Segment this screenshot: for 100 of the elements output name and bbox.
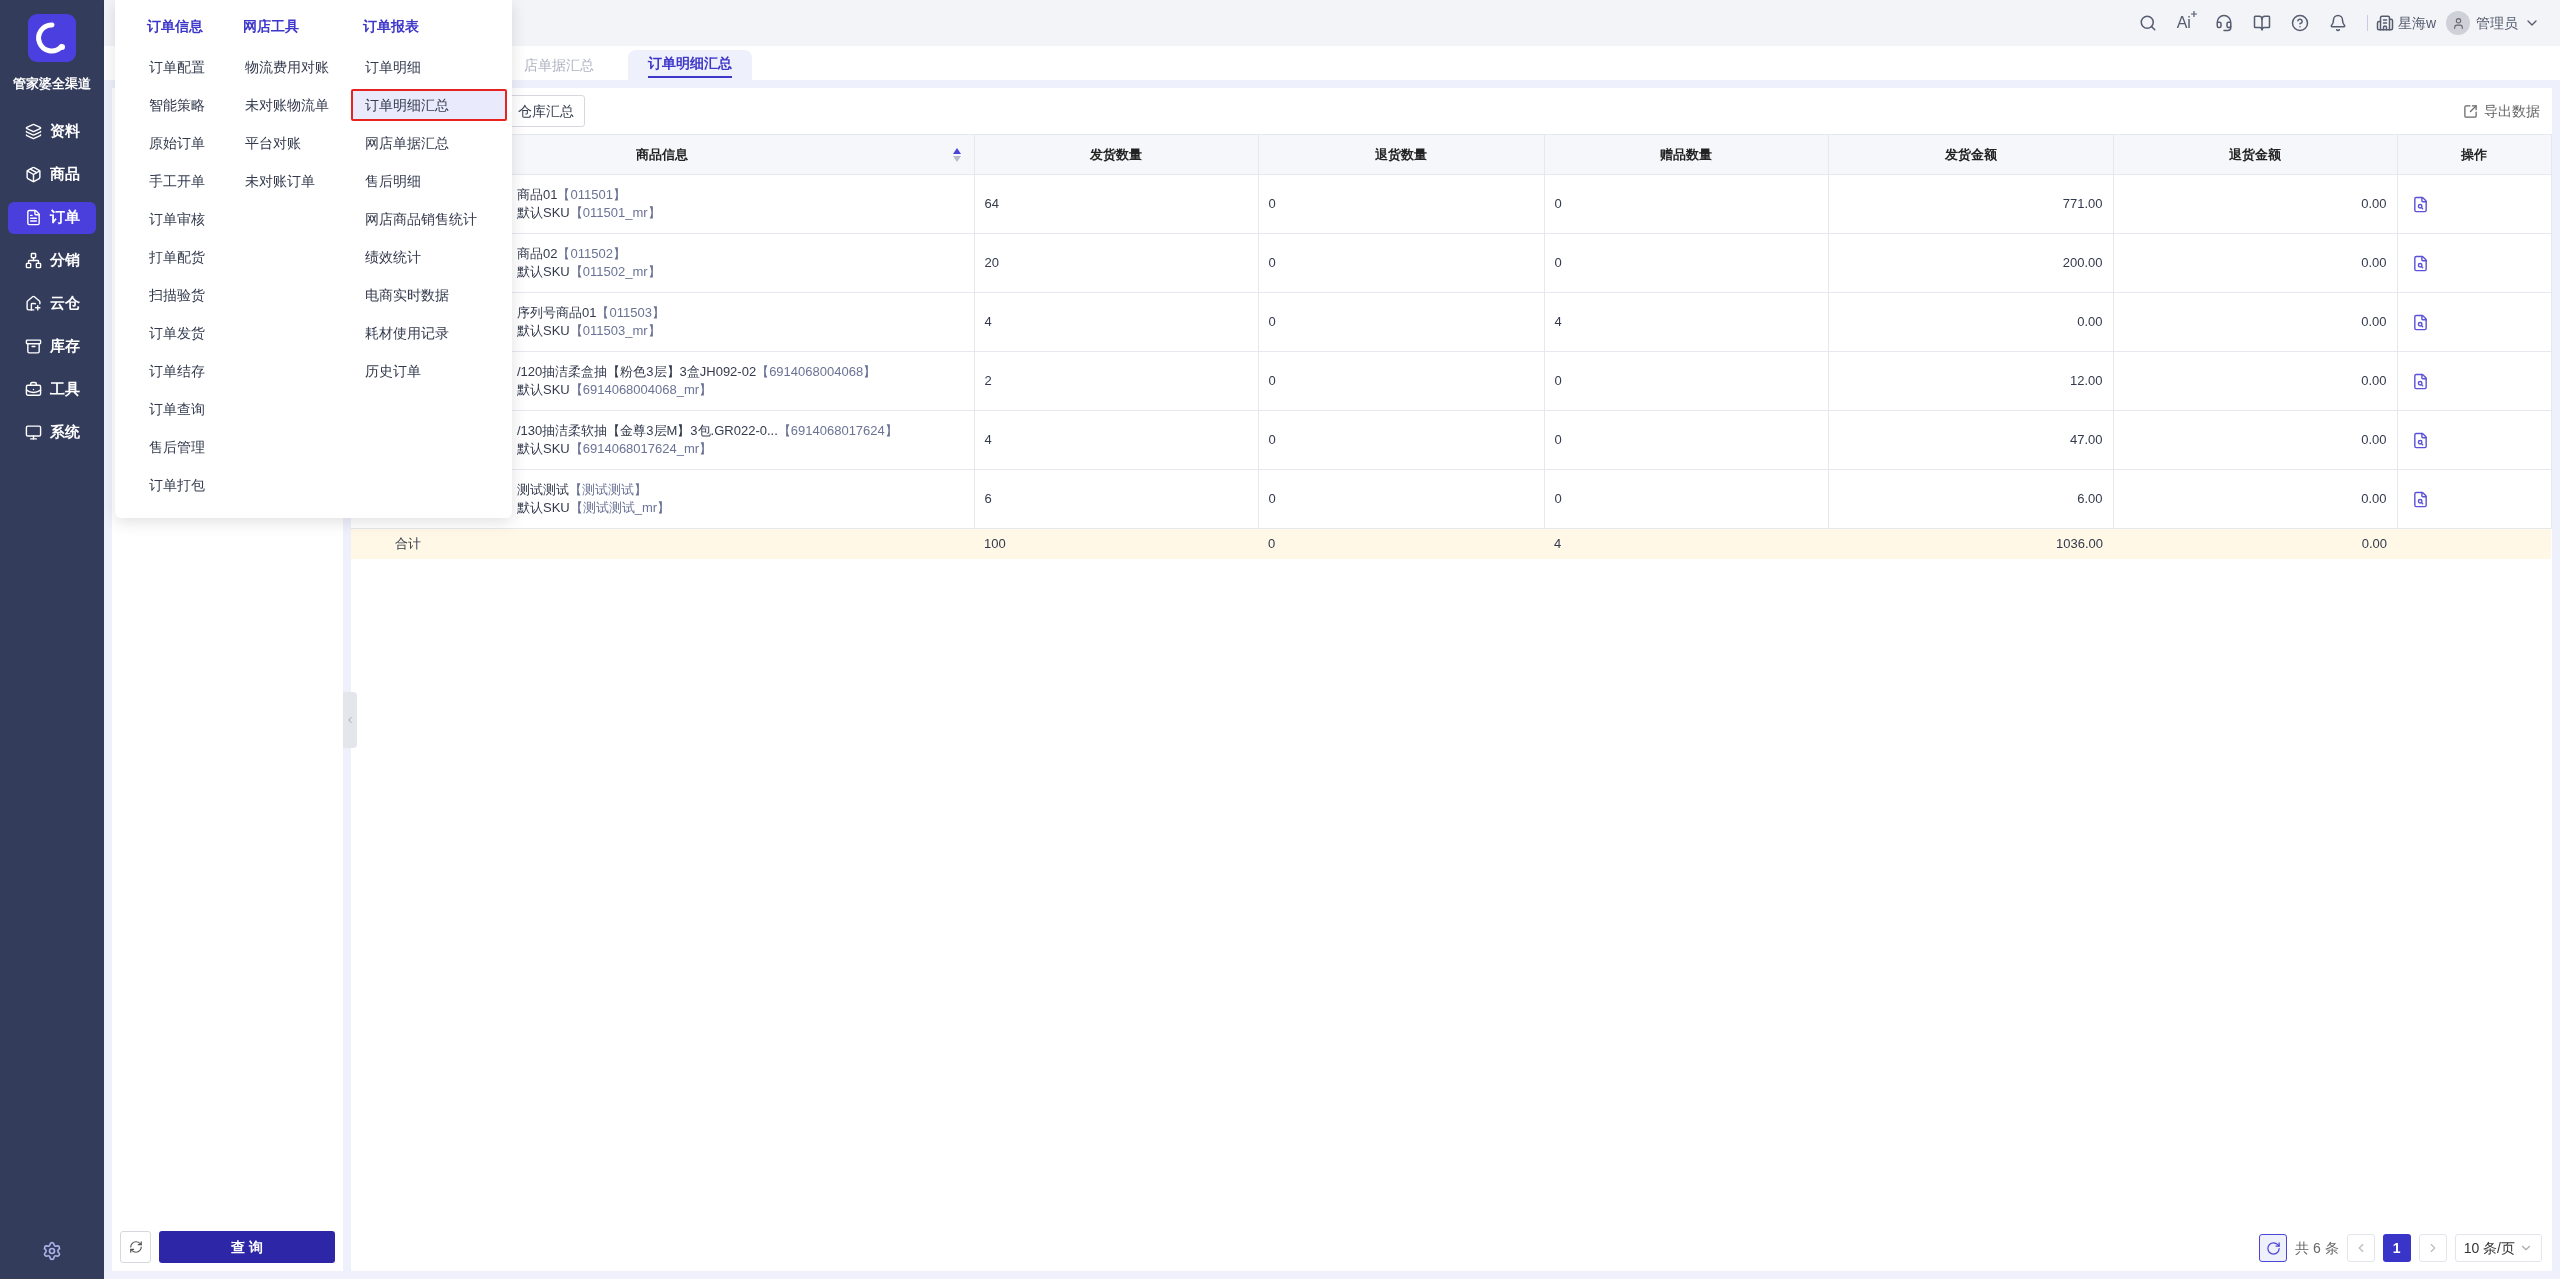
table-cell: 771.00 — [1828, 174, 2113, 234]
menu-item[interactable]: 订单打包 — [135, 469, 221, 501]
menu-item[interactable]: 历史订单 — [351, 355, 507, 387]
product-name: 商品01【011501】 — [517, 186, 627, 204]
menu-item[interactable]: 订单明细汇总 — [351, 89, 507, 121]
table-cell: 0 — [1258, 528, 1544, 559]
product-name: 测试测试【测试测试】 — [517, 481, 648, 499]
menu-item[interactable]: 未对账物流单 — [231, 89, 341, 121]
chevron-left-icon — [345, 715, 355, 725]
refresh-icon — [2265, 1240, 2281, 1256]
network-icon — [24, 252, 42, 269]
total-count: 共 6 条 — [2295, 1238, 2339, 1258]
table-cell: 0.00 — [2113, 410, 2397, 470]
column-header: 操作 — [2397, 134, 2551, 175]
table-cell: 4 — [974, 292, 1258, 352]
menu-item[interactable]: 订单结存 — [135, 355, 221, 387]
page-button[interactable]: 1 — [2382, 1234, 2411, 1262]
table-cell: 0 — [1544, 469, 1828, 529]
detail-icon[interactable] — [2411, 490, 2429, 508]
menu-item[interactable]: 绩效统计 — [351, 241, 507, 273]
nav-item[interactable]: 商品 — [8, 158, 96, 191]
menu-group-title: 网店工具 — [242, 17, 300, 36]
menu-item[interactable]: 智能策略 — [135, 89, 221, 121]
table-cell: 0 — [1258, 233, 1544, 293]
store-name[interactable]: 星海w — [2397, 12, 2436, 34]
menu-item[interactable]: 订单查询 — [135, 393, 221, 425]
sku-text: 默认SKU【011503_mr】 — [517, 322, 662, 340]
book-icon[interactable] — [2252, 14, 2271, 32]
table-cell: 12.00 — [1828, 351, 2113, 411]
table-cell: 0 — [1544, 233, 1828, 293]
menu-item[interactable]: 订单配置 — [135, 51, 221, 83]
table-cell: 2 — [974, 351, 1258, 411]
page-size-select[interactable]: 10 条/页 — [2454, 1234, 2542, 1262]
table-cell: 1036.00 — [1828, 528, 2113, 559]
menu-item[interactable]: 订单审核 — [135, 203, 221, 235]
help-icon[interactable] — [2290, 14, 2309, 32]
table-cell: 6 — [974, 469, 1258, 529]
nav-item[interactable]: 库存 — [8, 330, 96, 363]
nav-item[interactable]: 系统 — [8, 416, 96, 449]
table-cell: 0 — [1544, 351, 1828, 411]
nav-item[interactable]: 工具 — [8, 373, 96, 406]
menu-item[interactable]: 售后管理 — [135, 431, 221, 463]
detail-icon[interactable] — [2411, 254, 2429, 272]
archive-icon — [24, 338, 42, 355]
menu-item[interactable]: 扫描验货 — [135, 279, 221, 311]
toolbox-icon — [24, 381, 42, 398]
sparkle-icon — [2190, 11, 2197, 17]
menu-item[interactable]: 平台对账 — [231, 127, 341, 159]
query-button[interactable]: 查 询 — [159, 1231, 335, 1263]
column-header: 退货金额 — [2113, 134, 2397, 175]
tab[interactable]: 订单明细汇总 — [628, 50, 752, 80]
collapse-handle[interactable] — [343, 692, 357, 748]
menu-item[interactable]: 手工开单 — [135, 165, 221, 197]
table-cell: 4 — [1544, 528, 1828, 559]
table-cell: 64 — [974, 174, 1258, 234]
user-name[interactable]: 管理员 — [2476, 12, 2518, 34]
nav-item[interactable]: 云仓 — [8, 287, 96, 320]
column-header: 退货数量 — [1258, 134, 1544, 175]
menu-item[interactable]: 原始订单 — [135, 127, 221, 159]
sku-text: 默认SKU【011501_mr】 — [517, 204, 661, 222]
headset-icon[interactable] — [2214, 14, 2233, 32]
table-cell: 0.00 — [2113, 528, 2397, 559]
refresh-button[interactable] — [2259, 1234, 2288, 1262]
product-name: /120抽洁柔盒抽【粉色3层】3盒JH092-02【6914068004068】 — [517, 363, 877, 381]
search-icon[interactable] — [2138, 14, 2157, 32]
table-cell: 0.00 — [2113, 351, 2397, 411]
reset-button[interactable] — [120, 1231, 151, 1263]
detail-icon[interactable] — [2411, 313, 2429, 331]
export-icon — [2463, 103, 2478, 119]
export-button[interactable]: 导出数据 — [2463, 100, 2540, 122]
sort-icon[interactable] — [951, 147, 962, 163]
menu-item[interactable]: 网店商品销售统计 — [351, 203, 507, 235]
table-cell: 4 — [974, 410, 1258, 470]
menu-item[interactable]: 电商实时数据 — [351, 279, 507, 311]
nav-item[interactable]: 资料 — [8, 115, 96, 148]
table-cell: 47.00 — [1828, 410, 2113, 470]
menu-item[interactable]: 耗材使用记录 — [351, 317, 507, 349]
settings-icon[interactable] — [42, 1241, 62, 1261]
menu-item[interactable]: 订单发货 — [135, 317, 221, 349]
menu-item[interactable]: 打单配货 — [135, 241, 221, 273]
bell-icon[interactable] — [2328, 14, 2347, 32]
sku-text: 默认SKU【测试测试_mr】 — [517, 499, 671, 517]
column-header: 发货数量 — [974, 134, 1258, 175]
box-icon — [24, 166, 42, 183]
table-cell: 0.00 — [2113, 174, 2397, 234]
detail-icon[interactable] — [2411, 431, 2429, 449]
detail-icon[interactable] — [2411, 372, 2429, 390]
menu-item[interactable]: 物流费用对账 — [231, 51, 341, 83]
avatar[interactable] — [2446, 11, 2470, 35]
sku-text: 默认SKU【6914068004068_mr】 — [517, 381, 714, 399]
menu-item[interactable]: 订单明细 — [351, 51, 507, 83]
menu-item[interactable]: 未对账订单 — [231, 165, 341, 197]
nav-item[interactable]: 分销 — [8, 244, 96, 277]
building-icon — [2375, 14, 2394, 32]
nav-item[interactable]: 订单 — [8, 201, 96, 234]
ai-button[interactable]: Ai — [2176, 11, 2195, 35]
detail-icon[interactable] — [2411, 195, 2429, 213]
table-cell: 0 — [1544, 174, 1828, 234]
table-cell: 0.00 — [2113, 233, 2397, 293]
house-icon — [24, 295, 42, 312]
